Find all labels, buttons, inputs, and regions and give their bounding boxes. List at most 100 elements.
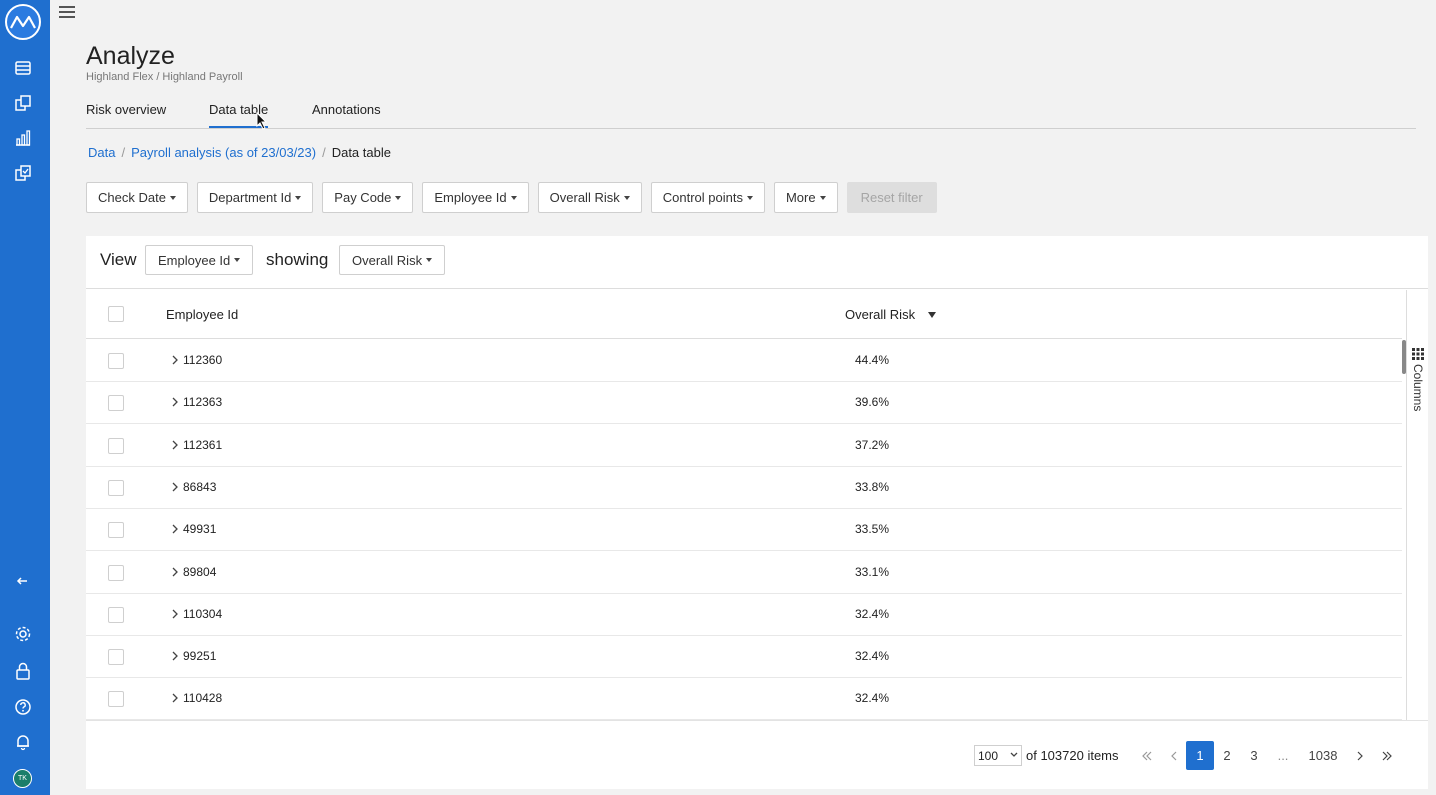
help-icon[interactable]: [12, 696, 34, 718]
page-3-button[interactable]: 3: [1246, 741, 1262, 770]
row-checkbox[interactable]: [108, 353, 124, 369]
chevron-right-icon[interactable]: [170, 566, 180, 578]
table-row[interactable]: 112360 44.4%: [86, 340, 1402, 382]
row-checkbox[interactable]: [108, 395, 124, 411]
reset-filter-button[interactable]: Reset filter: [846, 182, 937, 213]
database-icon[interactable]: [12, 57, 34, 79]
page-1-button[interactable]: 1: [1186, 741, 1214, 770]
table-row[interactable]: 86843 33.8%: [86, 467, 1402, 509]
select-all-checkbox[interactable]: [108, 306, 124, 322]
row-checkbox[interactable]: [108, 522, 124, 538]
showing-select[interactable]: Overall Risk: [339, 245, 446, 275]
row-checkbox[interactable]: [108, 480, 124, 496]
user-avatar[interactable]: TK: [13, 769, 32, 788]
collapse-arrow-icon[interactable]: [12, 570, 34, 592]
filter-bar: Check Date Department Id Pay Code Employ…: [86, 182, 937, 213]
chevron-right-icon[interactable]: [170, 608, 180, 620]
last-page-button[interactable]: [1380, 741, 1394, 770]
chevron-right-icon[interactable]: [170, 481, 180, 493]
chevron-right-icon[interactable]: [170, 396, 180, 408]
table-row[interactable]: 110304 32.4%: [86, 594, 1402, 636]
column-header-overall-risk[interactable]: Overall Risk: [845, 307, 915, 322]
prev-page-button[interactable]: [1168, 741, 1180, 770]
chevron-right-icon[interactable]: [170, 692, 180, 704]
app-logo[interactable]: [5, 4, 41, 40]
caret-down-icon: [234, 258, 241, 262]
cell-employee-id: 112360: [183, 353, 223, 367]
table-row[interactable]: 112363 39.6%: [86, 382, 1402, 424]
filter-label: Overall Risk: [549, 190, 620, 205]
mouse-cursor-icon: [256, 112, 268, 130]
tab-annotations[interactable]: Annotations: [312, 102, 381, 126]
cell-overall-risk: 39.6%: [855, 395, 890, 409]
columns-panel-toggle[interactable]: Columns: [1408, 344, 1428, 434]
chevron-right-icon[interactable]: [170, 523, 180, 535]
page-2-button[interactable]: 2: [1219, 741, 1235, 770]
caret-down-icon: [819, 195, 826, 200]
filter-label: Department Id: [208, 190, 292, 205]
columns-label: Columns: [1411, 364, 1425, 412]
row-checkbox[interactable]: [108, 649, 124, 665]
view-by-select[interactable]: Employee Id: [145, 245, 254, 275]
last-page-number-button[interactable]: 1038: [1304, 741, 1342, 770]
bell-icon[interactable]: [12, 731, 34, 753]
breadcrumb-payroll-analysis[interactable]: Payroll analysis (as of 23/03/23): [131, 145, 316, 160]
logo-mark-icon: [10, 15, 36, 29]
double-chevron-left-icon: [1142, 751, 1152, 760]
filter-department-id[interactable]: Department Id: [196, 182, 314, 213]
chevron-right-icon: [1357, 751, 1363, 760]
column-header-employee-id[interactable]: Employee Id: [166, 307, 238, 322]
filter-pay-code[interactable]: Pay Code: [322, 182, 414, 213]
grid-icon: [1412, 348, 1424, 360]
chevron-down-icon: [1010, 752, 1018, 757]
next-page-button[interactable]: [1354, 741, 1366, 770]
filter-employee-id[interactable]: Employee Id: [422, 182, 529, 213]
view-label: View: [100, 250, 137, 269]
page-ellipsis: ...: [1277, 748, 1289, 763]
breadcrumb: Data / Payroll analysis (as of 23/03/23) / D…: [88, 145, 391, 160]
caret-down-icon: [746, 195, 753, 200]
filter-control-points[interactable]: Control points: [650, 182, 765, 213]
table-row[interactable]: 99251 32.4%: [86, 636, 1402, 678]
lock-icon[interactable]: [12, 660, 34, 682]
table-row[interactable]: 112361 37.2%: [86, 425, 1402, 467]
tab-risk-overview[interactable]: Risk overview: [86, 102, 166, 126]
first-page-button[interactable]: [1140, 741, 1154, 770]
showing-value: Overall Risk: [352, 252, 423, 268]
chevron-right-icon[interactable]: [170, 439, 180, 451]
view-bar: View Employee Id showing Overall Risk: [86, 236, 1428, 289]
table-row[interactable]: 110428 32.4%: [86, 678, 1402, 720]
checklist-icon[interactable]: [12, 162, 34, 184]
cell-employee-id: 112361: [183, 438, 223, 452]
table-row[interactable]: 89804 33.1%: [86, 552, 1402, 594]
breadcrumb-data[interactable]: Data: [88, 145, 115, 160]
cell-overall-risk: 32.4%: [855, 649, 890, 663]
filter-check-date[interactable]: Check Date: [86, 182, 188, 213]
cell-overall-risk: 32.4%: [855, 691, 890, 705]
page-size-value: 100: [978, 748, 999, 763]
caret-down-icon: [395, 195, 402, 200]
sort-icon[interactable]: [928, 311, 936, 319]
row-checkbox[interactable]: [108, 607, 124, 623]
chevron-right-icon[interactable]: [170, 650, 180, 662]
row-checkbox[interactable]: [108, 565, 124, 581]
sidebar: TK: [0, 0, 50, 795]
menu-icon[interactable]: [59, 4, 75, 20]
filter-label: Check Date: [98, 190, 166, 205]
table-row[interactable]: 49931 33.5%: [86, 509, 1402, 551]
documents-icon[interactable]: [12, 92, 34, 114]
data-panel: View Employee Id showing Overall Risk Em…: [86, 236, 1428, 789]
table-scrollbar-thumb[interactable]: [1402, 340, 1406, 374]
filter-overall-risk[interactable]: Overall Risk: [537, 182, 642, 213]
cell-overall-risk: 33.5%: [855, 522, 890, 536]
gear-icon[interactable]: [12, 623, 34, 645]
filter-label: Pay Code: [334, 190, 392, 205]
page-size-select[interactable]: 100: [974, 745, 1022, 766]
row-checkbox[interactable]: [108, 438, 124, 454]
cell-overall-risk: 33.1%: [855, 565, 890, 579]
chevron-right-icon[interactable]: [170, 354, 180, 366]
bar-chart-icon[interactable]: [12, 127, 34, 149]
filter-more[interactable]: More: [773, 182, 838, 213]
caret-down-icon: [510, 195, 517, 200]
row-checkbox[interactable]: [108, 691, 124, 707]
